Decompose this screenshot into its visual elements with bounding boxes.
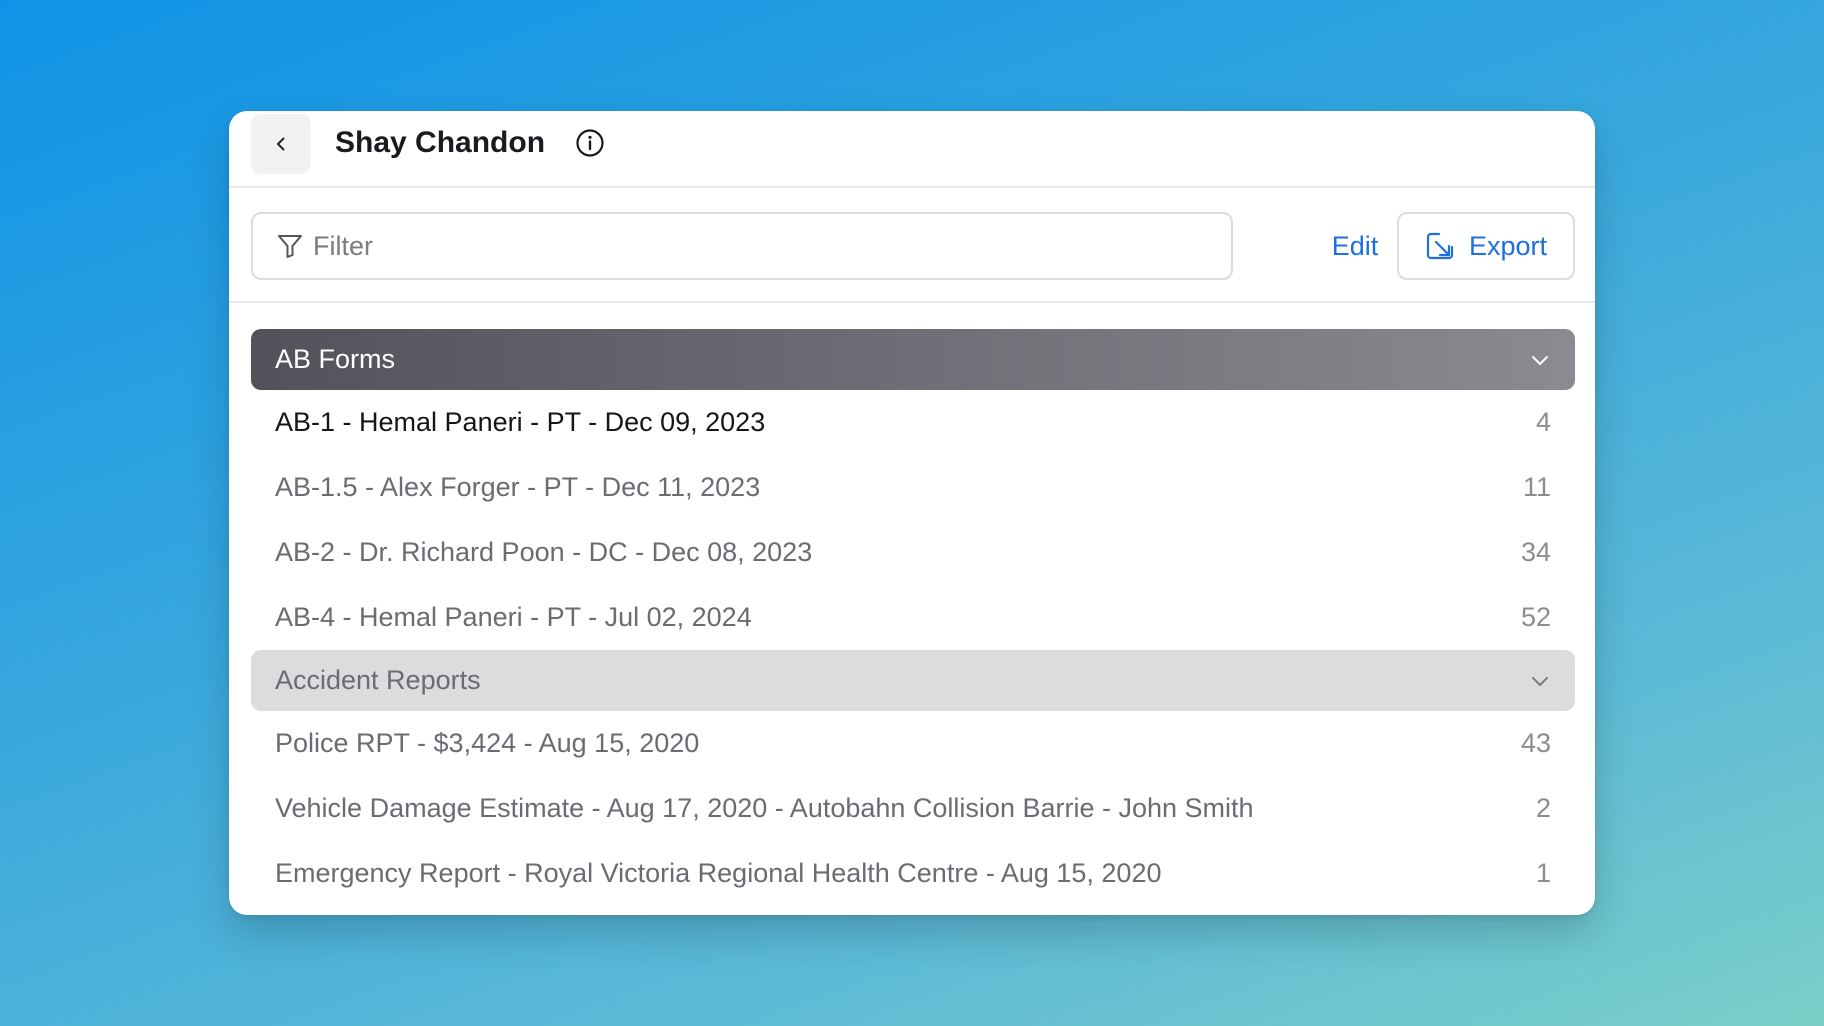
item-count: 11 — [1522, 472, 1551, 502]
export-button[interactable]: Export — [1397, 212, 1575, 280]
item-count: 2 — [1535, 793, 1551, 823]
export-label: Export — [1468, 230, 1548, 261]
list-item[interactable]: AB-4 - Hemal Paneri - PT - Jul 02, 2024 … — [251, 585, 1575, 650]
item-label: Vehicle Damage Estimate - Aug 17, 2020 -… — [275, 793, 1254, 823]
filter-field[interactable] — [251, 212, 1233, 280]
item-label: Emergency Report - Royal Victoria Region… — [275, 858, 1162, 888]
page-title: Shay Chandon — [335, 126, 546, 159]
item-count: 1 — [1535, 858, 1551, 888]
item-count: 4 — [1535, 407, 1551, 437]
chevron-down-icon — [1532, 676, 1548, 686]
back-button[interactable] — [251, 114, 311, 174]
group-header-ab-forms[interactable]: AB Forms — [251, 329, 1575, 390]
item-label: AB-1 - Hemal Paneri - PT - Dec 09, 2023 — [275, 407, 766, 437]
list-item[interactable]: Police RPT - $3,424 - Aug 15, 2020 43 — [251, 711, 1575, 776]
group-header-accident-reports[interactable]: Accident Reports — [251, 650, 1575, 711]
chevron-left-icon — [277, 137, 285, 151]
item-label: Police RPT - $3,424 - Aug 15, 2020 — [275, 728, 700, 758]
export-icon — [1426, 232, 1454, 260]
item-count: 52 — [1520, 602, 1551, 632]
document-panel: Shay Chandon Edit Export — [229, 111, 1595, 915]
item-label: AB-2 - Dr. Richard Poon - DC - Dec 08, 2… — [275, 537, 813, 567]
list-item[interactable]: Emergency Report - Royal Victoria Region… — [251, 841, 1575, 906]
filter-input[interactable] — [311, 229, 1195, 263]
list-item[interactable]: AB-1 - Hemal Paneri - PT - Dec 09, 2023 … — [251, 390, 1575, 455]
edit-button[interactable]: Edit — [1300, 212, 1410, 280]
toolbar: Edit Export — [229, 188, 1595, 303]
panel-header: Shay Chandon — [229, 111, 1595, 188]
group-label: AB Forms — [275, 344, 396, 374]
item-label: AB-4 - Hemal Paneri - PT - Jul 02, 2024 — [275, 602, 752, 632]
list-item[interactable]: AB-2 - Dr. Richard Poon - DC - Dec 08, 2… — [251, 520, 1575, 585]
item-count: 34 — [1520, 537, 1551, 567]
list-item[interactable]: Vehicle Damage Estimate - Aug 17, 2020 -… — [251, 776, 1575, 841]
info-icon[interactable] — [574, 127, 606, 159]
list-item[interactable]: AB-1.5 - Alex Forger - PT - Dec 11, 2023… — [251, 455, 1575, 520]
item-label: AB-1.5 - Alex Forger - PT - Dec 11, 2023 — [275, 472, 761, 502]
item-count: 43 — [1520, 728, 1551, 758]
group-label: Accident Reports — [275, 665, 481, 695]
filter-icon — [275, 231, 305, 261]
document-list: AB Forms AB-1 - Hemal Paneri - PT - Dec … — [251, 329, 1575, 906]
chevron-down-icon — [1532, 355, 1548, 365]
